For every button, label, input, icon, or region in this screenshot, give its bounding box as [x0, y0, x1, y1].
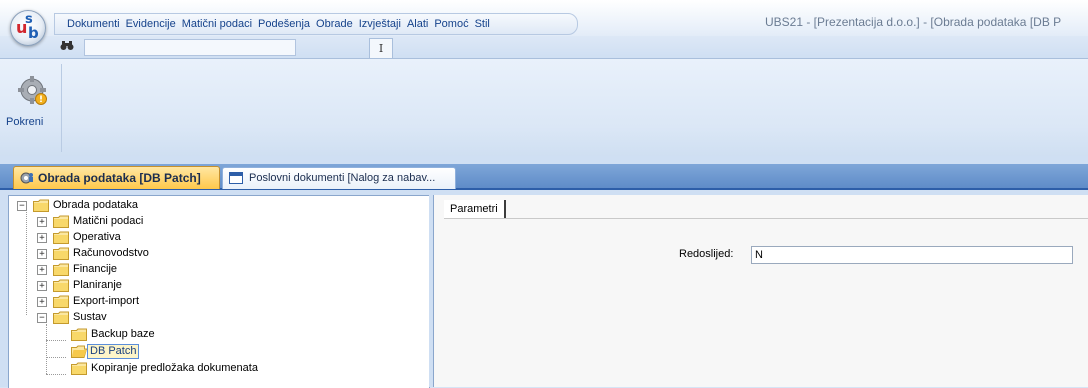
- tree-connector: [46, 357, 66, 358]
- tree-item-label: Backup baze: [91, 328, 155, 340]
- menu-izvjestaji[interactable]: Izvještaji: [359, 18, 401, 30]
- menu-podesenja[interactable]: Podešenja: [258, 18, 310, 30]
- tab-divider: [444, 218, 1088, 219]
- tree-connector: [46, 374, 66, 375]
- menu-stil[interactable]: Stil: [475, 18, 490, 30]
- search-input[interactable]: [84, 39, 296, 56]
- folder-icon: [53, 247, 69, 260]
- folder-icon: [71, 328, 87, 341]
- tree-item-label: Matični podaci: [73, 215, 144, 227]
- tree-item-label: Financije: [73, 263, 118, 275]
- folder-icon: [53, 311, 69, 324]
- menu-obrade[interactable]: Obrade: [316, 18, 353, 30]
- tree-item-label: Računovodstvo: [73, 247, 149, 259]
- tree-item-label: Planiranje: [73, 279, 122, 291]
- app-logo-button[interactable]: u s b: [10, 10, 46, 46]
- tree-item-label: Kopiranje predložaka dokumenata: [91, 362, 258, 374]
- ribbon-tab[interactable]: I: [369, 38, 393, 59]
- expand-icon[interactable]: +: [37, 265, 47, 275]
- title-bar: u s b Dokumenti Evidencije Matični podac…: [0, 0, 1088, 46]
- expand-icon[interactable]: +: [37, 217, 47, 227]
- expand-icon[interactable]: +: [37, 233, 47, 243]
- window-title: UBS21 - [Prezentacija d.o.o.] - [Obrada …: [765, 15, 1062, 29]
- tab-poslovni-dokumenti[interactable]: Poslovni dokumenti [Nalog za nabav...: [222, 167, 456, 189]
- folder-icon: [71, 362, 87, 375]
- logo-letter-b: b: [28, 24, 39, 42]
- menu-maticni-podaci[interactable]: Matični podaci: [182, 18, 252, 30]
- tree-item-label-selected: DB Patch: [87, 344, 140, 359]
- tree-connector: [46, 340, 66, 341]
- collapse-icon[interactable]: −: [37, 313, 47, 323]
- tree-connector: [46, 324, 47, 374]
- binoculars-icon[interactable]: [60, 41, 74, 51]
- menu-evidencije[interactable]: Evidencije: [126, 18, 176, 30]
- redoslijed-input[interactable]: [751, 246, 1073, 264]
- tree-item-label: Export-import: [73, 295, 140, 307]
- run-button[interactable]: Pokreni: [3, 64, 62, 152]
- tree-item-label: Obrada podataka: [53, 199, 139, 211]
- tree-connector: [26, 212, 27, 315]
- folder-icon: [33, 199, 49, 212]
- ribbon: Pokreni: [0, 58, 1088, 157]
- open-folder-icon: [71, 345, 87, 358]
- collapse-icon[interactable]: −: [17, 201, 27, 211]
- tab-label: Poslovni dokumenti [Nalog za nabav...: [249, 172, 436, 184]
- panel-splitter[interactable]: [429, 195, 432, 387]
- tab-obrada-podataka[interactable]: Obrada podataka [DB Patch]: [13, 166, 220, 189]
- navigation-tree: − Obrada podataka + Matični podaci + Ope…: [8, 195, 430, 388]
- folder-icon: [53, 295, 69, 308]
- redoslijed-label: Redoslijed:: [679, 248, 734, 260]
- expand-icon[interactable]: +: [37, 297, 47, 307]
- expand-icon[interactable]: +: [37, 281, 47, 291]
- folder-icon: [53, 231, 69, 244]
- tree-item-label: Sustav: [73, 311, 107, 323]
- tab-label: Obrada podataka [DB Patch]: [38, 171, 201, 185]
- folder-icon: [53, 215, 69, 228]
- folder-icon: [53, 279, 69, 292]
- content-area: − Obrada podataka + Matični podaci + Ope…: [0, 190, 1088, 388]
- menu-dokumenti[interactable]: Dokumenti: [67, 18, 120, 30]
- document-tab-bar: Obrada podataka [DB Patch] Poslovni doku…: [0, 164, 1088, 190]
- gear-run-icon: [18, 76, 47, 105]
- parameters-panel: Parametri Redoslijed:: [433, 195, 1088, 387]
- gear-users-icon: [20, 172, 33, 184]
- main-menu: Dokumenti Evidencije Matični podaci Pode…: [54, 13, 578, 35]
- tree-item-label: Operativa: [73, 231, 121, 243]
- menu-alati[interactable]: Alati: [407, 18, 428, 30]
- menu-pomoc[interactable]: Pomoć: [434, 18, 468, 30]
- quick-access-bar: [0, 36, 1088, 58]
- ribbon-spacer: [0, 156, 1088, 164]
- tab-parametri[interactable]: Parametri: [444, 200, 506, 218]
- window-icon: [229, 172, 243, 184]
- folder-icon: [53, 263, 69, 276]
- run-button-label: Pokreni: [6, 116, 44, 128]
- expand-icon[interactable]: +: [37, 249, 47, 259]
